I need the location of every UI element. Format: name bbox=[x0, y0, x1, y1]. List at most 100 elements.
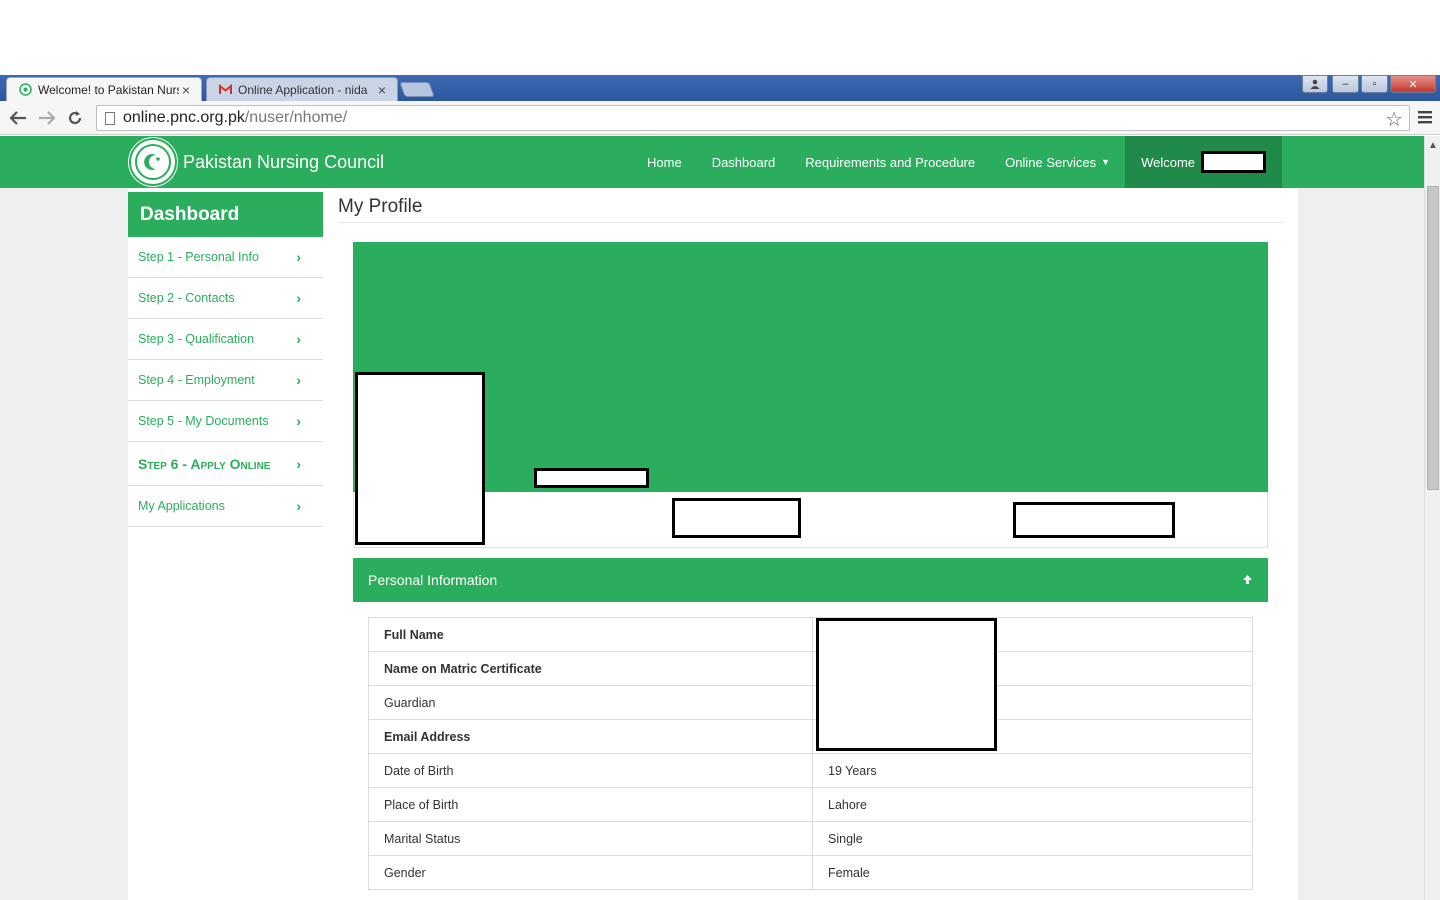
maximize-button[interactable]: ▫ bbox=[1361, 75, 1388, 93]
pnc-logo bbox=[129, 138, 177, 186]
user-profile-icon[interactable] bbox=[1302, 75, 1328, 93]
scroll-up-arrow-icon[interactable]: ▲ bbox=[1428, 140, 1438, 151]
tab-close-icon[interactable]: × bbox=[179, 82, 193, 98]
sidebar-item-label: Step 5 - My Documents bbox=[138, 414, 269, 428]
sidebar-item-apply-online[interactable]: Step 6 - Apply Online › bbox=[128, 442, 323, 486]
field-label: Name on Matric Certificate bbox=[368, 651, 813, 686]
field-label: Full Name bbox=[368, 617, 813, 652]
page-viewport: Pakistan Nursing Council Home Dashboard … bbox=[0, 136, 1424, 900]
pnc-favicon-icon bbox=[19, 83, 32, 96]
nav-home[interactable]: Home bbox=[632, 136, 697, 188]
profile-cover bbox=[353, 242, 1268, 492]
crescent-star-icon bbox=[135, 144, 171, 180]
field-label: Marital Status bbox=[368, 821, 813, 856]
field-label: Gender bbox=[368, 855, 813, 890]
close-window-button[interactable]: ✕ bbox=[1390, 75, 1436, 93]
tab-pnc-welcome[interactable]: Welcome! to Pakistan Nursing Council × bbox=[6, 77, 202, 101]
sidebar-item-label: Step 1 - Personal Info bbox=[138, 250, 259, 264]
sidebar-item-contacts[interactable]: Step 2 - Contacts › bbox=[128, 278, 323, 319]
scroll-thumb[interactable] bbox=[1427, 186, 1439, 490]
browser-toolbar: online.pnc.org.pk/nuser/nhome/ ☆ bbox=[0, 101, 1440, 135]
sidebar-item-label: Step 3 - Qualification bbox=[138, 332, 255, 346]
chevron-right-icon: › bbox=[296, 372, 301, 388]
table-row: Name on Matric Certificate bbox=[368, 651, 1253, 686]
new-tab-button[interactable] bbox=[399, 82, 435, 97]
nav-requirements[interactable]: Requirements and Procedure bbox=[790, 136, 990, 188]
main-menu: Home Dashboard Requirements and Procedur… bbox=[632, 136, 1283, 188]
table-row: Email Address bbox=[368, 719, 1253, 754]
sidebar-item-label: Step 4 - Employment bbox=[138, 373, 255, 387]
browser-tabstrip: Welcome! to Pakistan Nursing Council × O… bbox=[0, 75, 1440, 101]
chevron-right-icon: › bbox=[296, 498, 301, 514]
personal-info-table: Full Name Name on Matric Certificate Guard… bbox=[368, 617, 1253, 890]
tab-title: Welcome! to Pakistan Nursing Council bbox=[38, 82, 179, 97]
redacted-avatar bbox=[355, 372, 485, 545]
nav-online-services-label: Online Services bbox=[1005, 154, 1097, 170]
chevron-right-icon: › bbox=[296, 413, 301, 429]
table-row: Full Name bbox=[368, 617, 1253, 652]
nav-dashboard[interactable]: Dashboard bbox=[697, 136, 791, 188]
redacted-stat bbox=[672, 498, 801, 538]
back-arrow-icon[interactable] bbox=[7, 107, 29, 129]
sidebar-heading: Dashboard bbox=[128, 192, 323, 237]
chevron-right-icon: › bbox=[296, 331, 301, 347]
title-divider bbox=[338, 222, 1283, 223]
top-blank-area bbox=[0, 0, 1440, 75]
arrow-up-icon[interactable] bbox=[1242, 573, 1253, 588]
nav-online-services[interactable]: Online Services ▼ bbox=[990, 136, 1125, 188]
reload-icon[interactable] bbox=[64, 107, 86, 129]
sidebar-item-my-documents[interactable]: Step 5 - My Documents › bbox=[128, 401, 323, 442]
nav-welcome-user[interactable]: Welcome bbox=[1125, 136, 1283, 188]
field-value: Single bbox=[812, 821, 1253, 856]
chevron-right-icon: › bbox=[296, 249, 301, 265]
address-bar[interactable]: online.pnc.org.pk/nuser/nhome/ ☆ bbox=[96, 105, 1410, 131]
field-value: Female bbox=[812, 855, 1253, 890]
url-text: online.pnc.org.pk/nuser/nhome/ bbox=[123, 109, 348, 126]
page-icon bbox=[105, 111, 115, 125]
forward-arrow-icon[interactable] bbox=[36, 107, 58, 129]
sidebar-item-qualification[interactable]: Step 3 - Qualification › bbox=[128, 319, 323, 360]
browser-menu-icon[interactable] bbox=[1418, 108, 1432, 129]
sidebar-item-personal-info[interactable]: Step 1 - Personal Info › bbox=[128, 237, 323, 278]
sidebar-item-label: My Applications bbox=[138, 499, 225, 513]
sidebar-item-my-applications[interactable]: My Applications › bbox=[128, 486, 323, 527]
redacted-username bbox=[1201, 151, 1267, 173]
chevron-right-icon: › bbox=[296, 455, 301, 472]
redacted-stat bbox=[1013, 502, 1175, 538]
content-container: Dashboard Step 1 - Personal Info › Step … bbox=[128, 188, 1298, 900]
table-row: Marital Status Single bbox=[368, 821, 1253, 856]
panel-title: Personal Information bbox=[368, 572, 498, 588]
dashboard-sidebar: Dashboard Step 1 - Personal Info › Step … bbox=[128, 192, 323, 527]
gmail-icon bbox=[219, 83, 232, 96]
sidebar-item-label: Step 6 - Apply Online bbox=[138, 455, 271, 472]
brand-name: Pakistan Nursing Council bbox=[183, 151, 385, 172]
field-label: Email Address bbox=[368, 719, 813, 754]
redacted-personal-values bbox=[816, 618, 997, 751]
welcome-label: Welcome bbox=[1141, 154, 1196, 170]
table-row: Gender Female bbox=[368, 855, 1253, 890]
field-label: Guardian bbox=[368, 685, 813, 720]
personal-info-panel-header[interactable]: Personal Information bbox=[353, 558, 1268, 602]
table-row: Guardian bbox=[368, 685, 1253, 720]
site-navbar: Pakistan Nursing Council Home Dashboard … bbox=[0, 136, 1424, 188]
page-scrollbar[interactable]: ▲ bbox=[1424, 136, 1440, 900]
sidebar-item-employment[interactable]: Step 4 - Employment › bbox=[128, 360, 323, 401]
tab-gmail-application[interactable]: Online Application - nida × bbox=[206, 77, 398, 101]
bookmark-star-icon[interactable]: ☆ bbox=[1385, 107, 1403, 132]
minimize-button[interactable]: – bbox=[1332, 75, 1359, 93]
page-title: My Profile bbox=[338, 196, 423, 217]
redacted-profile-name bbox=[534, 468, 649, 488]
table-row: Place of Birth Lahore bbox=[368, 787, 1253, 822]
caret-down-icon: ▼ bbox=[1101, 157, 1111, 167]
field-value: 19 Years bbox=[812, 753, 1253, 788]
field-label: Place of Birth bbox=[368, 787, 813, 822]
window-controls: – ▫ ✕ bbox=[1332, 75, 1436, 95]
field-label: Date of Birth bbox=[368, 753, 813, 788]
tab-title: Online Application - nida bbox=[238, 82, 368, 97]
brand[interactable]: Pakistan Nursing Council bbox=[129, 138, 384, 186]
tab-close-icon[interactable]: × bbox=[375, 82, 389, 98]
chevron-right-icon: › bbox=[296, 290, 301, 306]
field-value: Lahore bbox=[812, 787, 1253, 822]
table-row: Date of Birth 19 Years bbox=[368, 753, 1253, 788]
sidebar-item-label: Step 2 - Contacts bbox=[138, 291, 235, 305]
